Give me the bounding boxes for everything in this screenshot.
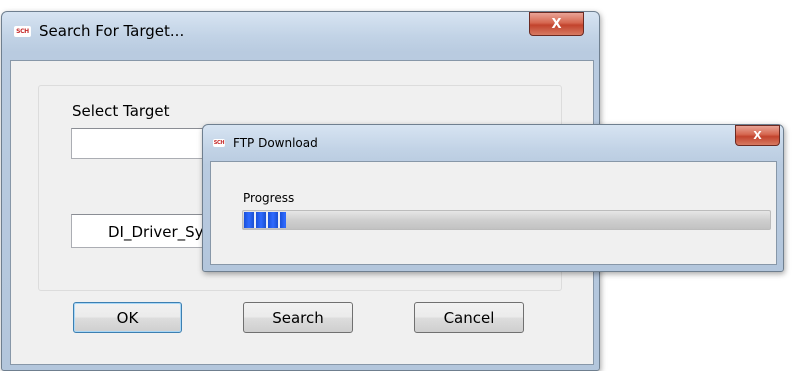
- app-icon: SCH: [213, 139, 225, 147]
- app-icon: SCH: [14, 25, 31, 37]
- search-dialog-close-button[interactable]: X: [529, 12, 584, 36]
- progress-fill: [244, 212, 287, 228]
- progress-label: Progress: [243, 191, 295, 205]
- close-icon: X: [753, 129, 762, 142]
- ftp-download-dialog: SCH FTP Download X Progress: [202, 124, 784, 272]
- ok-button[interactable]: OK: [73, 302, 182, 333]
- close-icon: X: [551, 16, 562, 32]
- ftp-dialog-close-button[interactable]: X: [735, 125, 780, 146]
- download-progress-bar: [242, 210, 771, 230]
- search-dialog-title: Search For Target...: [39, 22, 185, 40]
- ftp-dialog-title: FTP Download: [233, 136, 318, 150]
- ftp-dialog-client-area: Progress: [210, 161, 777, 265]
- select-target-label: Select Target: [72, 102, 170, 120]
- ftp-dialog-titlebar[interactable]: SCH FTP Download: [203, 125, 783, 161]
- search-button[interactable]: Search: [243, 302, 353, 333]
- search-dialog-titlebar[interactable]: SCH Search For Target...: [2, 12, 599, 50]
- cancel-button[interactable]: Cancel: [414, 302, 524, 333]
